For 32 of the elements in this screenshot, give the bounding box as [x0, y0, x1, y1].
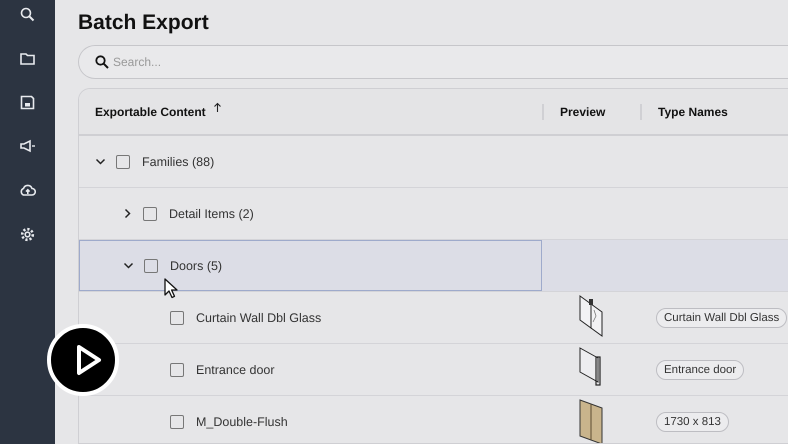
settings-icon[interactable]	[19, 226, 36, 243]
folder-icon[interactable]	[19, 50, 36, 67]
row-label: Entrance door	[196, 362, 275, 376]
column-header[interactable]: Type Names	[658, 104, 728, 118]
row-label: M_Double-Flush	[196, 414, 288, 428]
column-header[interactable]: Preview	[560, 104, 606, 118]
type-name-tag: Entrance door	[656, 360, 744, 380]
checkbox[interactable]	[144, 258, 158, 272]
checkbox[interactable]	[170, 362, 184, 376]
megaphone-icon[interactable]	[19, 138, 36, 155]
row-label: Families (88)	[142, 154, 214, 168]
sort-arrow-icon[interactable]	[212, 102, 222, 113]
search-icon	[95, 55, 109, 69]
column-header[interactable]: Exportable Content	[95, 104, 206, 118]
checkbox[interactable]	[170, 414, 184, 428]
row-label: Curtain Wall Dbl Glass	[196, 310, 322, 324]
chevron-right-icon[interactable]	[122, 208, 133, 219]
search-icon[interactable]	[19, 6, 36, 23]
checkbox[interactable]	[116, 154, 130, 168]
type-name-tag: 1730 x 813	[656, 412, 729, 432]
search-field[interactable]: Search...	[78, 45, 788, 79]
cloud-upload-icon[interactable]	[19, 182, 36, 199]
chevron-down-icon[interactable]	[123, 260, 134, 271]
chevron-down-icon[interactable]	[95, 156, 106, 167]
mouse-pointer-icon	[164, 278, 179, 299]
page-title: Batch Export	[78, 10, 210, 36]
row-label: Detail Items (2)	[169, 206, 254, 220]
type-name-tag: Curtain Wall Dbl Glass	[656, 308, 788, 328]
checkbox[interactable]	[143, 206, 157, 220]
row-label: Doors (5)	[170, 258, 222, 272]
selected-row[interactable]: Doors (5)	[79, 240, 788, 292]
checkbox[interactable]	[170, 310, 184, 324]
